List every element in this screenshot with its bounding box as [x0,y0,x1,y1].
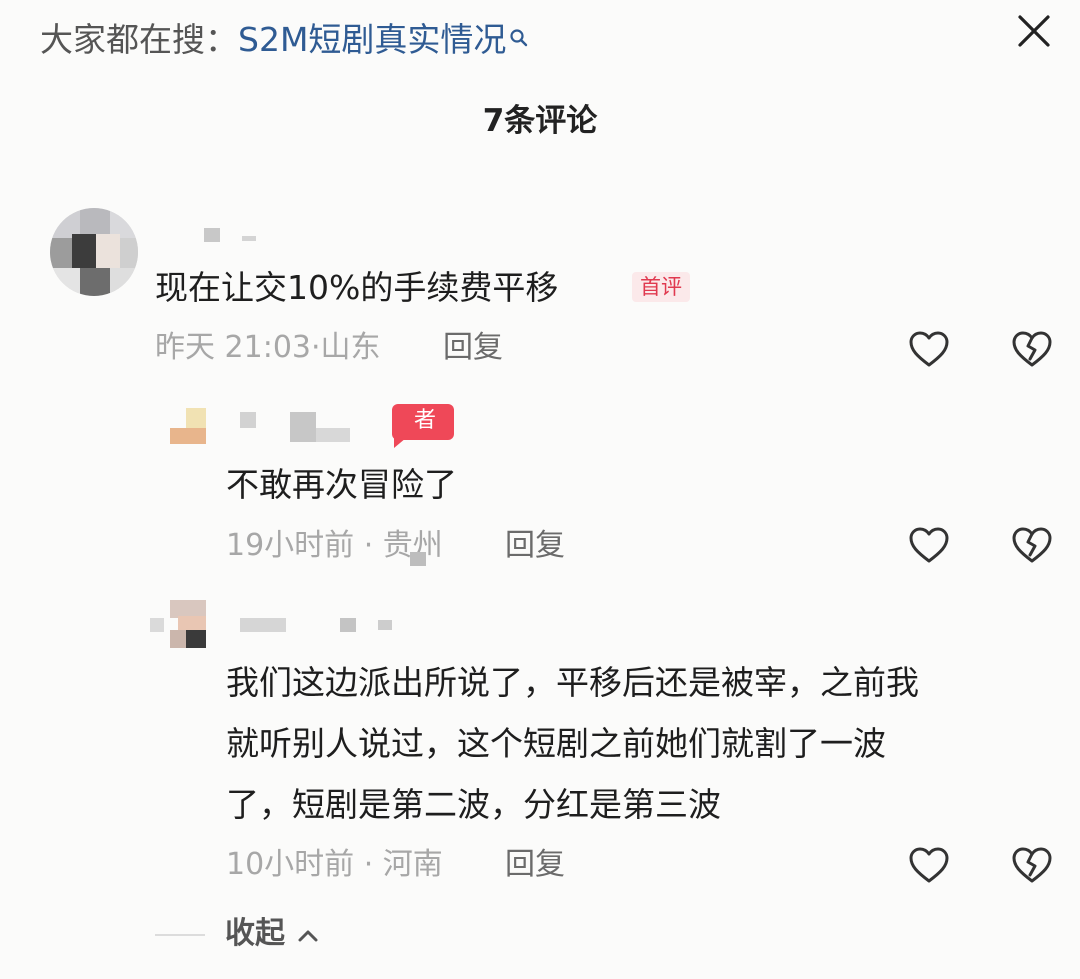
broken-heart-icon [1012,527,1052,563]
reply-button[interactable]: 回复 [505,526,565,566]
search-term-link[interactable]: S2M短剧真实情况 [238,20,506,59]
broken-heart-icon [1012,847,1052,883]
username[interactable] [204,228,264,242]
search-icon [508,18,532,47]
reply-time: 10小时前 [226,847,355,882]
heart-outline-icon [909,847,949,883]
blur-spot [410,552,426,566]
comment-time: 昨天 21:03 [155,330,311,365]
reply-button[interactable]: 回复 [505,845,565,885]
collapse-label: 收起 [225,916,285,951]
dislike-button[interactable] [1010,329,1054,369]
meta-dot: · [354,528,383,563]
broken-heart-icon [1012,331,1052,367]
reply-location: 河南 [382,847,443,882]
reply-button[interactable]: 回复 [443,328,503,368]
close-icon [1018,15,1050,47]
username[interactable] [240,412,370,442]
meta-dot: · [311,330,321,365]
like-button[interactable] [907,329,951,369]
heart-outline-icon [909,527,949,563]
reply-text-line: 就听别人说过，这个短剧之前她们就割了一波 [226,724,886,763]
username[interactable] [150,618,400,632]
search-suggestion[interactable]: 大家都在搜：S2M短剧真实情况 [40,18,532,62]
avatar[interactable] [170,408,206,444]
dislike-button[interactable] [1010,525,1054,565]
like-button[interactable] [907,525,951,565]
first-comment-tag: 首评 [632,272,690,302]
collapse-replies-button[interactable]: 收起 [225,914,319,954]
reply-text: 不敢再次冒险了 [226,465,457,504]
reply-meta: 10小时前 · 河南 [226,845,443,885]
comment-text: 现在让交10%的手续费平移 [155,268,559,307]
author-badge-label: 者 [414,408,437,433]
reply-text-line: 我们这边派出所说了，平移后还是被宰，之前我 [226,663,919,702]
collapse-divider [155,934,205,936]
heart-outline-icon [909,331,949,367]
like-button[interactable] [907,845,951,885]
author-badge: 者 [392,404,454,448]
reply-text-line: 了，短剧是第二波，分红是第三波 [226,785,721,824]
dislike-button[interactable] [1010,845,1054,885]
reply-text: 我们这边派出所说了，平移后还是被宰，之前我 就听别人说过，这个短剧之前她们就割了… [226,652,1046,835]
avatar[interactable] [50,208,138,296]
comment-location: 山东 [320,330,381,365]
chevron-up-icon [298,930,318,941]
reply-time: 19小时前 [226,528,355,563]
search-prefix: 大家都在搜： [40,20,238,59]
meta-dot: · [354,847,383,882]
comment-count-title: 7条评论 [482,103,598,139]
close-button[interactable] [1013,10,1055,52]
comment-meta: 昨天 21:03·山东 [155,328,381,368]
